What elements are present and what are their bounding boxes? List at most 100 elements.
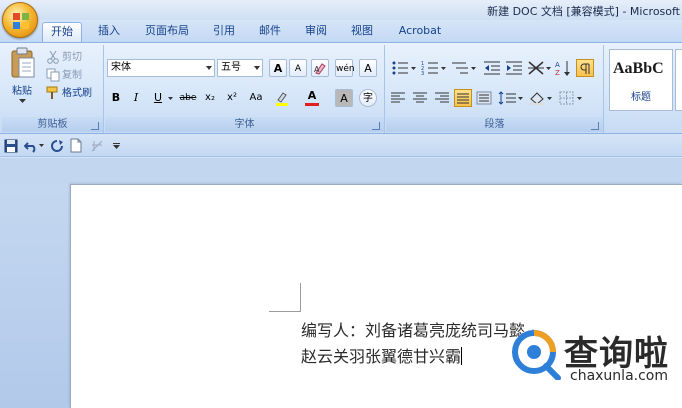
style-preview-text: AaBbC bbox=[613, 60, 664, 77]
phonetic-guide-button[interactable]: wén bbox=[335, 59, 355, 77]
strikethrough-button[interactable]: abe bbox=[177, 89, 199, 107]
ribbon: 粘贴 剪切 复制 格式刷 剪贴板 宋体 五号 A A A wén A B I U bbox=[0, 42, 682, 134]
save-icon[interactable] bbox=[4, 139, 18, 153]
shading-icon[interactable] bbox=[528, 91, 554, 105]
grow-font-button[interactable]: A bbox=[269, 59, 287, 77]
paragraph-mark-icon bbox=[580, 63, 590, 74]
align-right-icon[interactable] bbox=[434, 91, 450, 105]
font-name-select[interactable]: 宋体 bbox=[107, 59, 215, 77]
font-color-swatch bbox=[305, 103, 319, 106]
undo-icon[interactable] bbox=[24, 139, 38, 153]
tab-references[interactable]: 引用 bbox=[206, 22, 242, 42]
draw-table-icon[interactable] bbox=[90, 139, 104, 153]
document-line-1[interactable]: 编写人：刘备诸葛亮庞统司马懿↵ bbox=[301, 317, 535, 341]
font-group: 宋体 五号 A A A wén A B I U abe x₂ x² Aa A A… bbox=[105, 45, 385, 133]
window-title: 新建 DOC 文档 [兼容模式] - Microsoft bbox=[487, 5, 680, 18]
style-next-tile[interactable] bbox=[675, 49, 682, 111]
format-painter-button[interactable]: 格式刷 bbox=[46, 85, 92, 103]
clipboard-group: 粘贴 剪切 复制 格式刷 剪贴板 bbox=[2, 45, 104, 133]
magnifier-logo-icon bbox=[512, 330, 561, 380]
paste-icon[interactable] bbox=[10, 47, 36, 79]
show-hide-marks-button[interactable] bbox=[576, 59, 594, 77]
paste-dropdown-icon[interactable] bbox=[19, 99, 26, 104]
watermark-url: chaxunla.com bbox=[570, 368, 668, 384]
cut-button[interactable]: 剪切 bbox=[46, 49, 82, 67]
sort-icon[interactable]: AZ bbox=[554, 59, 572, 77]
font-group-label: 字体 bbox=[105, 117, 384, 132]
clipboard-group-label: 剪贴板 bbox=[2, 117, 103, 132]
paragraph-launcher-icon[interactable] bbox=[591, 122, 599, 130]
underline-button[interactable]: U bbox=[149, 89, 167, 107]
chevron-down-icon bbox=[206, 66, 212, 70]
scissors-icon bbox=[47, 50, 59, 64]
italic-button[interactable]: I bbox=[127, 89, 145, 107]
change-case-button[interactable]: Aa bbox=[245, 89, 267, 107]
copy-icon bbox=[46, 68, 60, 82]
character-border-label: A bbox=[364, 62, 372, 75]
underline-dropdown-icon[interactable] bbox=[168, 97, 173, 101]
highlight-button[interactable] bbox=[273, 89, 291, 107]
customize-toolbar-icon[interactable] bbox=[113, 143, 120, 149]
style-name-label: 标题 bbox=[631, 92, 651, 103]
margin-crop-mark-vertical bbox=[300, 283, 301, 312]
superscript-button[interactable]: x² bbox=[223, 89, 241, 107]
svg-text:A: A bbox=[314, 65, 320, 74]
text-cursor bbox=[461, 347, 463, 365]
justify-icon bbox=[457, 93, 469, 104]
multilevel-list-icon[interactable] bbox=[450, 59, 478, 77]
tab-acrobat[interactable]: Acrobat bbox=[392, 22, 448, 42]
svg-text:Z: Z bbox=[555, 69, 560, 77]
styles-group: AaBbC 标题 bbox=[605, 45, 682, 133]
clipboard-launcher-icon[interactable] bbox=[91, 122, 99, 130]
tab-home[interactable]: 开始 bbox=[42, 22, 82, 42]
distributed-icon[interactable] bbox=[476, 91, 492, 105]
undo-dropdown-icon[interactable] bbox=[39, 144, 44, 148]
new-document-icon[interactable] bbox=[70, 138, 82, 153]
enclose-characters-button[interactable]: 字 bbox=[359, 89, 377, 107]
document-line-1-text: 编写人：刘备诸葛亮庞统司马懿 bbox=[301, 321, 526, 340]
shrink-font-button[interactable]: A bbox=[289, 59, 307, 77]
align-left-icon[interactable] bbox=[390, 91, 406, 105]
tab-insert[interactable]: 插入 bbox=[92, 22, 126, 42]
office-button[interactable] bbox=[2, 2, 38, 38]
character-border-button[interactable]: A bbox=[359, 59, 377, 77]
line-spacing-icon[interactable] bbox=[498, 91, 524, 105]
copy-button[interactable]: 复制 bbox=[46, 67, 82, 85]
tab-mailings[interactable]: 邮件 bbox=[252, 22, 288, 42]
redo-icon[interactable] bbox=[50, 139, 64, 153]
paragraph-group: 123 AZ 段落 bbox=[386, 45, 604, 133]
tab-review[interactable]: 审阅 bbox=[298, 22, 334, 42]
svg-text:A: A bbox=[555, 61, 560, 69]
decrease-indent-icon[interactable] bbox=[482, 59, 502, 77]
font-size-value: 五号 bbox=[221, 62, 241, 73]
increase-indent-icon[interactable] bbox=[504, 59, 524, 77]
style-heading-tile[interactable]: AaBbC 标题 bbox=[609, 49, 673, 111]
bold-button[interactable]: B bbox=[107, 89, 125, 107]
font-launcher-icon[interactable] bbox=[372, 122, 380, 130]
copy-label: 复制 bbox=[62, 70, 82, 81]
margin-crop-mark-horizontal bbox=[269, 311, 301, 312]
chevron-down-icon bbox=[254, 66, 260, 70]
document-line-2-text: 赵云关羽张翼德甘兴霸 bbox=[301, 347, 462, 366]
borders-icon[interactable] bbox=[558, 91, 584, 105]
font-size-select[interactable]: 五号 bbox=[217, 59, 263, 77]
tab-view[interactable]: 视图 bbox=[344, 22, 380, 42]
quick-access-toolbar bbox=[0, 135, 682, 157]
watermark: 查询啦 chaxunla.com bbox=[508, 324, 680, 408]
numbering-icon[interactable]: 123 bbox=[420, 59, 448, 77]
document-line-2[interactable]: 赵云关羽张翼德甘兴霸 bbox=[301, 343, 463, 367]
enclose-characters-label: 字 bbox=[363, 93, 373, 104]
office-logo-icon bbox=[13, 13, 29, 29]
character-shading-button[interactable]: A bbox=[335, 89, 353, 107]
tab-page-layout[interactable]: 页面布局 bbox=[138, 22, 196, 42]
clear-format-button[interactable]: A bbox=[311, 59, 329, 77]
bullets-icon[interactable] bbox=[390, 59, 418, 77]
subscript-button[interactable]: x₂ bbox=[201, 89, 219, 107]
svg-text:3: 3 bbox=[421, 71, 424, 77]
align-center-icon[interactable] bbox=[412, 91, 428, 105]
justify-button[interactable] bbox=[454, 89, 472, 107]
font-color-button[interactable]: A bbox=[303, 89, 321, 107]
ruler-area bbox=[0, 158, 682, 184]
chinese-layout-icon[interactable] bbox=[526, 59, 552, 77]
shrink-font-label: A bbox=[294, 64, 302, 74]
